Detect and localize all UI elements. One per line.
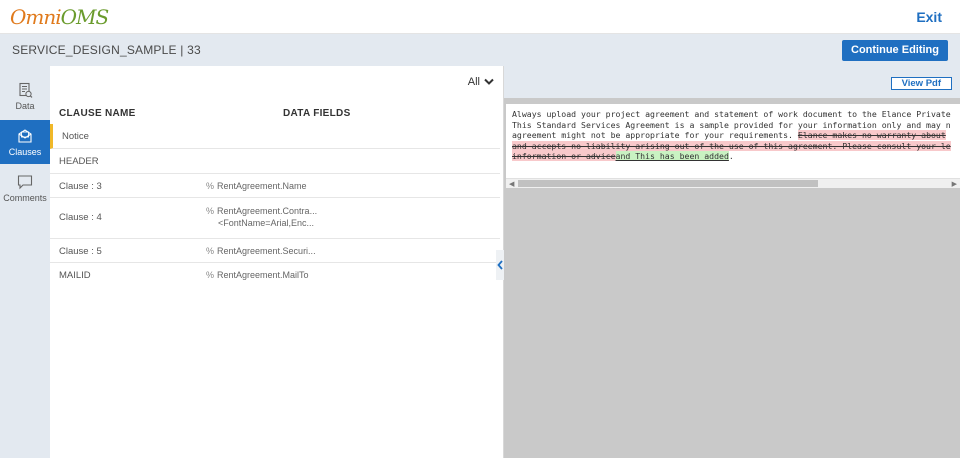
view-pdf-button[interactable]: View Pdf — [890, 77, 952, 90]
top-bar: Omni OMS Exit — [0, 0, 960, 34]
clause-name: MAILID — [59, 270, 91, 281]
document-text: Always upload your project agreement and… — [512, 109, 951, 162]
deleted-text: information or advice — [512, 151, 616, 161]
logo-part-2: OMS — [60, 5, 110, 29]
data-icon — [19, 82, 33, 98]
document-text-area[interactable]: Always upload your project agreement and… — [506, 104, 960, 178]
nav-item-data[interactable]: Data — [0, 74, 50, 118]
logo-part-1: Omni — [10, 5, 62, 29]
deleted-text: and accepts no liability arising out of … — [512, 140, 951, 151]
document-title: SERVICE_DESIGN_SAMPLE | 33 — [12, 43, 201, 57]
clause-name: HEADER — [59, 156, 99, 167]
comment-icon — [17, 174, 33, 189]
data-field-value-line-2: <FontName=Arial,Enc... — [218, 218, 315, 228]
nav-label-comments: Comments — [3, 192, 47, 203]
clause-row-clause-5[interactable]: Clause : 5 % RentAgreement.Securi... — [50, 239, 500, 263]
scroll-left-arrow-icon[interactable]: ◀ — [509, 180, 514, 188]
exit-link[interactable]: Exit — [916, 9, 942, 25]
data-field-icon: % — [206, 270, 215, 280]
scroll-right-arrow-icon[interactable]: ▶ — [952, 180, 957, 188]
column-header-clause-name: CLAUSE NAME — [59, 108, 136, 119]
preview-toolbar: View Pdf — [504, 66, 960, 98]
document-toolbar: SERVICE_DESIGN_SAMPLE | 33 Continue Edit… — [0, 34, 960, 66]
chevron-down-icon — [484, 78, 494, 85]
side-navigation: Data Clauses Comments — [0, 66, 50, 458]
data-field-value: RentAgreement.Contra... — [217, 206, 318, 216]
horizontal-scrollbar[interactable]: ◀ ▶ — [506, 178, 960, 188]
column-header-data-fields: DATA FIELDS — [283, 108, 351, 119]
chevron-left-icon — [497, 260, 503, 270]
data-field-value: RentAgreement.Name — [217, 181, 307, 191]
doc-line-3: agreement might not be appropriate for y… — [512, 130, 798, 140]
data-field-icon: % — [206, 181, 215, 191]
omnioms-logo: Omni OMS — [10, 4, 110, 30]
data-field[interactable]: % RentAgreement.Name — [206, 180, 307, 192]
nav-item-comments[interactable]: Comments — [0, 166, 50, 210]
clause-name: Clause : 5 — [59, 246, 102, 257]
clauses-icon — [18, 128, 32, 143]
deleted-text: Elance makes no warranty about — [797, 130, 946, 140]
data-field-icon: % — [206, 206, 215, 216]
data-field-value: RentAgreement.Securi... — [217, 246, 316, 256]
data-field[interactable]: % RentAgreement.Securi... — [206, 245, 316, 257]
clause-row-clause-4[interactable]: Clause : 4 % RentAgreement.Contra... <Fon… — [50, 198, 500, 239]
doc-line-2: This Standard Services Agreement is a sa… — [512, 119, 951, 130]
data-field-icon: % — [206, 246, 215, 256]
clauses-table-header: CLAUSE NAME DATA FIELDS — [50, 104, 500, 124]
clause-name: Clause : 3 — [59, 181, 102, 192]
filter-label: All — [467, 76, 480, 88]
nav-label-clauses: Clauses — [8, 146, 42, 157]
clause-row-notice[interactable]: Notice — [50, 124, 500, 149]
doc-line-1: Always upload your project agreement and… — [512, 109, 951, 119]
clause-row-clause-3[interactable]: Clause : 3 % RentAgreement.Name — [50, 174, 500, 198]
clauses-table-body: Notice HEADER Clause : 3 % RentAgreement.… — [50, 124, 500, 287]
data-field-value: RentAgreement.MailTo — [217, 270, 309, 280]
nav-label-data: Data — [15, 100, 35, 111]
document-preview-panel: View Pdf Always upload your project agre… — [504, 66, 960, 458]
clause-name: Notice — [62, 131, 89, 142]
clause-filter-dropdown[interactable]: All — [468, 76, 494, 88]
collapse-panel-handle[interactable] — [496, 250, 504, 280]
data-field[interactable]: % RentAgreement.Contra... <FontName=Arial… — [206, 205, 317, 229]
clause-row-header[interactable]: HEADER — [50, 149, 500, 174]
data-field[interactable]: % RentAgreement.MailTo — [206, 269, 309, 281]
nav-item-clauses[interactable]: Clauses — [0, 120, 50, 164]
scrollbar-thumb[interactable] — [518, 180, 818, 187]
clause-name: Clause : 4 — [59, 212, 102, 223]
inserted-text: and This has been added — [615, 151, 729, 161]
clause-row-mailid[interactable]: MAILID % RentAgreement.MailTo — [50, 263, 500, 287]
clauses-panel: All CLAUSE NAME DATA FIELDS Notice HEADE… — [50, 66, 504, 458]
doc-line-5-end: . — [728, 151, 734, 161]
continue-editing-button[interactable]: Continue Editing — [842, 40, 948, 61]
